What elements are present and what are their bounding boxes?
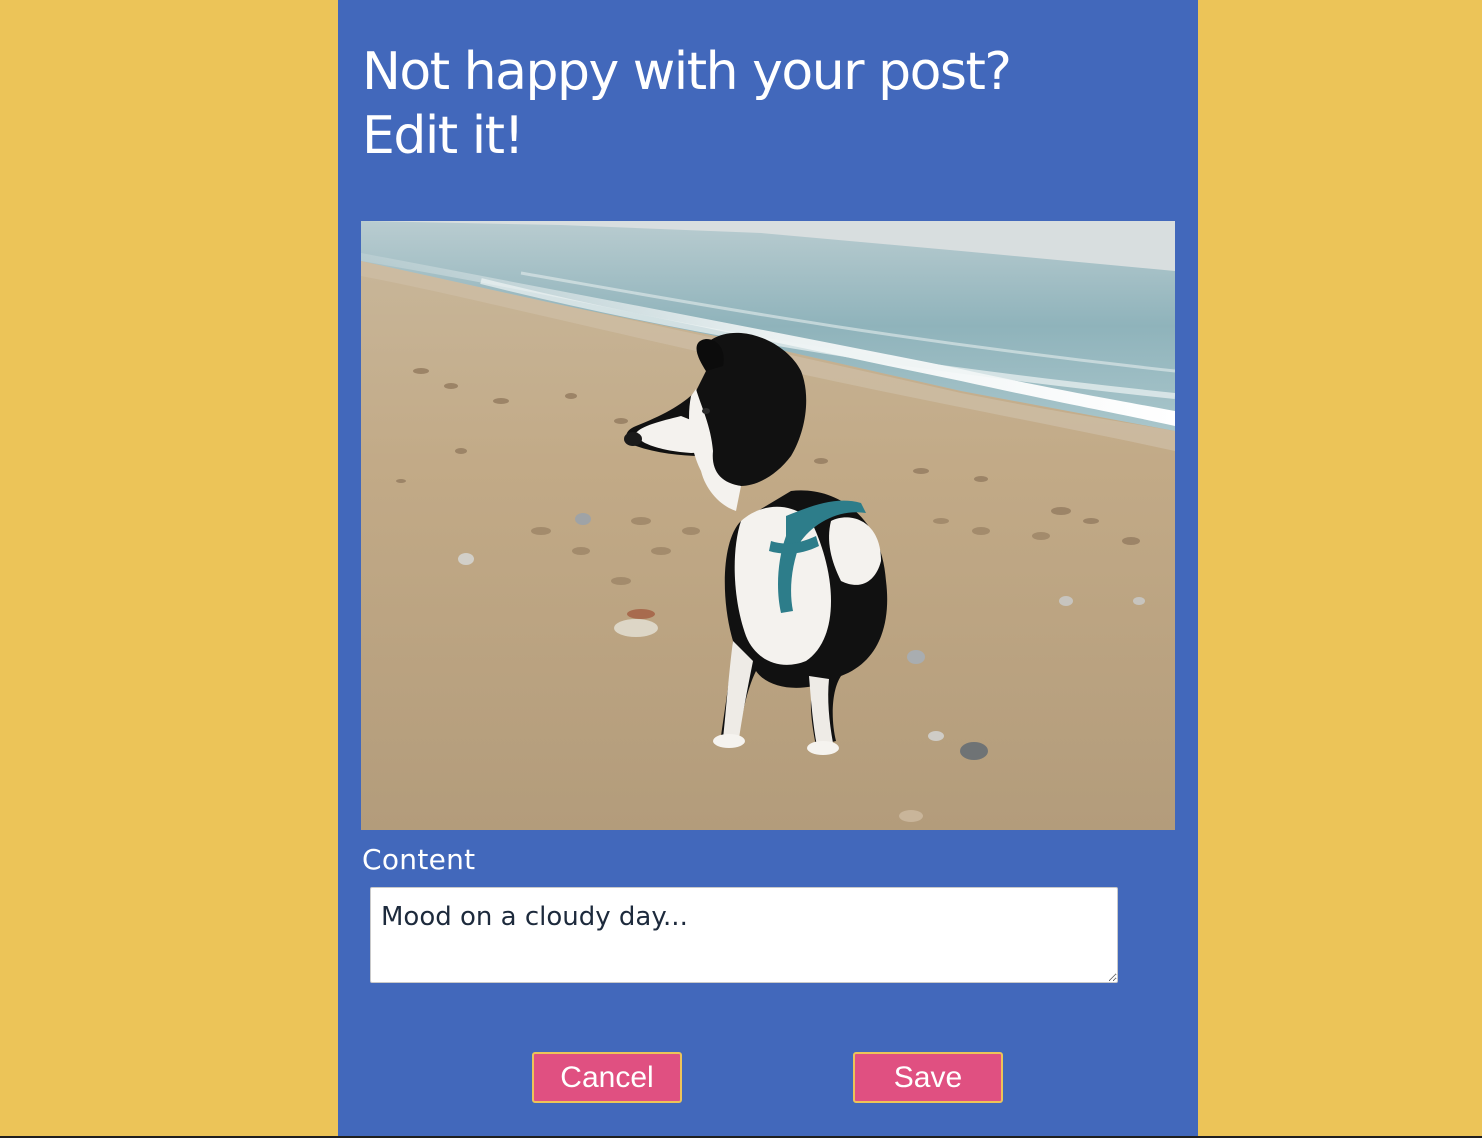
edit-post-panel: Not happy with your post? Edit it! Conte… — [338, 0, 1198, 1136]
content-label: Content — [362, 843, 476, 876]
page-title: Not happy with your post? Edit it! — [362, 40, 1162, 168]
page-title-line-1: Not happy with your post? — [362, 42, 1012, 102]
post-photo — [361, 221, 1175, 830]
save-button[interactable]: Save — [853, 1052, 1003, 1103]
page: Not happy with your post? Edit it! Conte… — [0, 0, 1482, 1138]
content-textarea[interactable]: Mood on a cloudy day... — [370, 887, 1118, 983]
cancel-button[interactable]: Cancel — [532, 1052, 682, 1103]
page-title-line-2: Edit it! — [362, 106, 524, 166]
